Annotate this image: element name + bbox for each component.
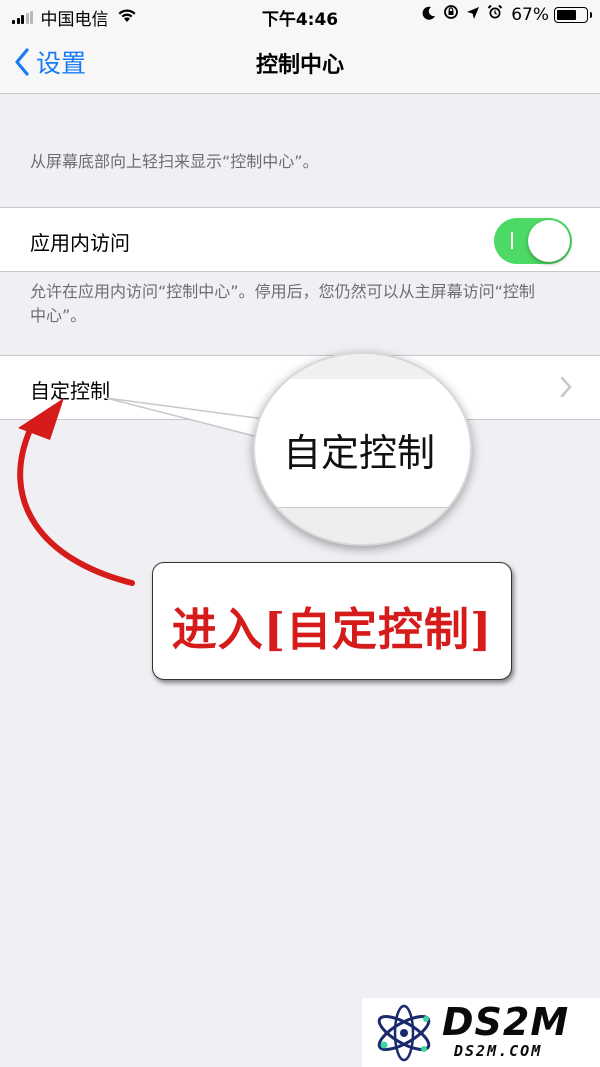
callout-text: 进入[自定控制] xyxy=(171,603,493,656)
watermark-title: DS2M xyxy=(442,1000,570,1044)
magnifier-bubble: 自定控制 xyxy=(253,352,472,546)
red-arrow-head xyxy=(18,398,64,440)
magnifier-text: 自定控制 xyxy=(283,431,436,475)
magnifier-pointer xyxy=(105,397,274,439)
magnifier-bottom-band xyxy=(255,507,470,544)
atom-icon xyxy=(377,1004,431,1062)
watermark-url: DS2M.COM xyxy=(454,1042,543,1060)
callout-box: 进入[自定控制] xyxy=(152,562,512,680)
magnifier-top-band xyxy=(255,354,470,379)
red-arrow-curve xyxy=(17,427,135,586)
watermark-logo: DS2M DS2M.COM xyxy=(362,998,600,1067)
